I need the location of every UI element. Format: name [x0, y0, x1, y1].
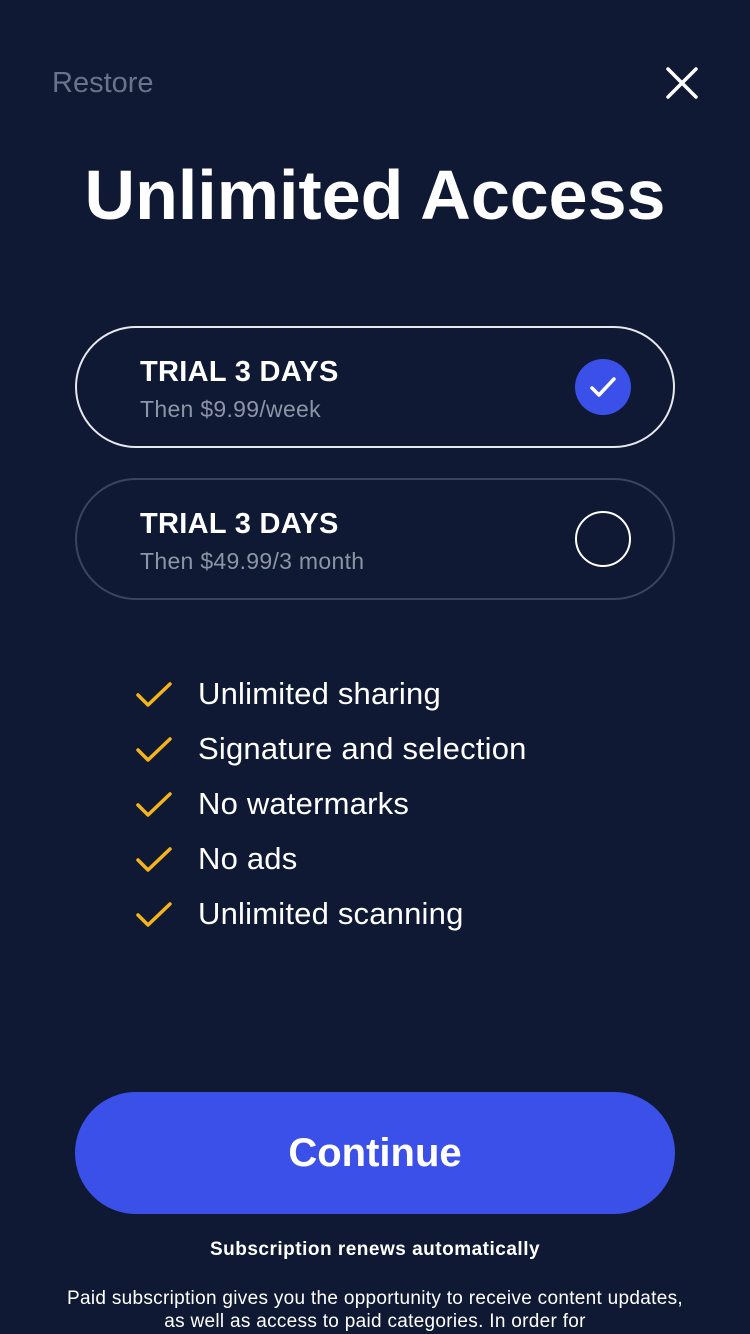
checkmark-icon	[136, 847, 172, 872]
checkmark-icon	[136, 792, 172, 817]
feature-label: No ads	[198, 841, 298, 876]
feature-item: No watermarks	[135, 778, 695, 833]
page-title: Unlimited Access	[84, 156, 666, 234]
continue-button[interactable]: Continue	[75, 1092, 675, 1214]
close-button[interactable]	[662, 63, 702, 103]
plan-radio-selected[interactable]	[575, 359, 631, 415]
feature-item: Signature and selection	[135, 723, 695, 778]
checkmark-icon	[136, 682, 172, 707]
feature-item: Unlimited scanning	[135, 888, 695, 943]
renewal-notice: Subscription renews automatically	[209, 1239, 541, 1260]
close-icon	[666, 67, 698, 99]
feature-item: No ads	[135, 833, 695, 888]
plan-option-3-month[interactable]: TRIAL 3 DAYS Then $49.99/3 month	[75, 478, 675, 600]
plan-option-weekly[interactable]: TRIAL 3 DAYS Then $9.99/week	[75, 326, 675, 448]
feature-list: Unlimited sharing Signature and selectio…	[135, 668, 695, 943]
plan-price: Then $9.99/week	[140, 396, 321, 422]
plan-price: Then $49.99/3 month	[140, 548, 365, 574]
checkmark-icon	[590, 377, 616, 397]
checkmark-icon	[136, 902, 172, 927]
restore-button[interactable]: Restore	[52, 64, 154, 102]
feature-label: Unlimited sharing	[198, 676, 441, 711]
legal-text: Paid subscription gives you the opportun…	[67, 1288, 683, 1332]
plan-name: TRIAL 3 DAYS	[140, 508, 339, 540]
feature-label: No watermarks	[198, 786, 410, 821]
checkmark-icon	[136, 737, 172, 762]
paywall-screen: Restore Unlimited Access TRIAL 3 DAYS Th…	[0, 0, 750, 1334]
feature-item: Unlimited sharing	[135, 668, 695, 723]
feature-label: Unlimited scanning	[198, 896, 464, 931]
plan-radio-unselected[interactable]	[575, 511, 631, 567]
plan-name: TRIAL 3 DAYS	[140, 356, 339, 388]
feature-label: Signature and selection	[198, 731, 527, 766]
